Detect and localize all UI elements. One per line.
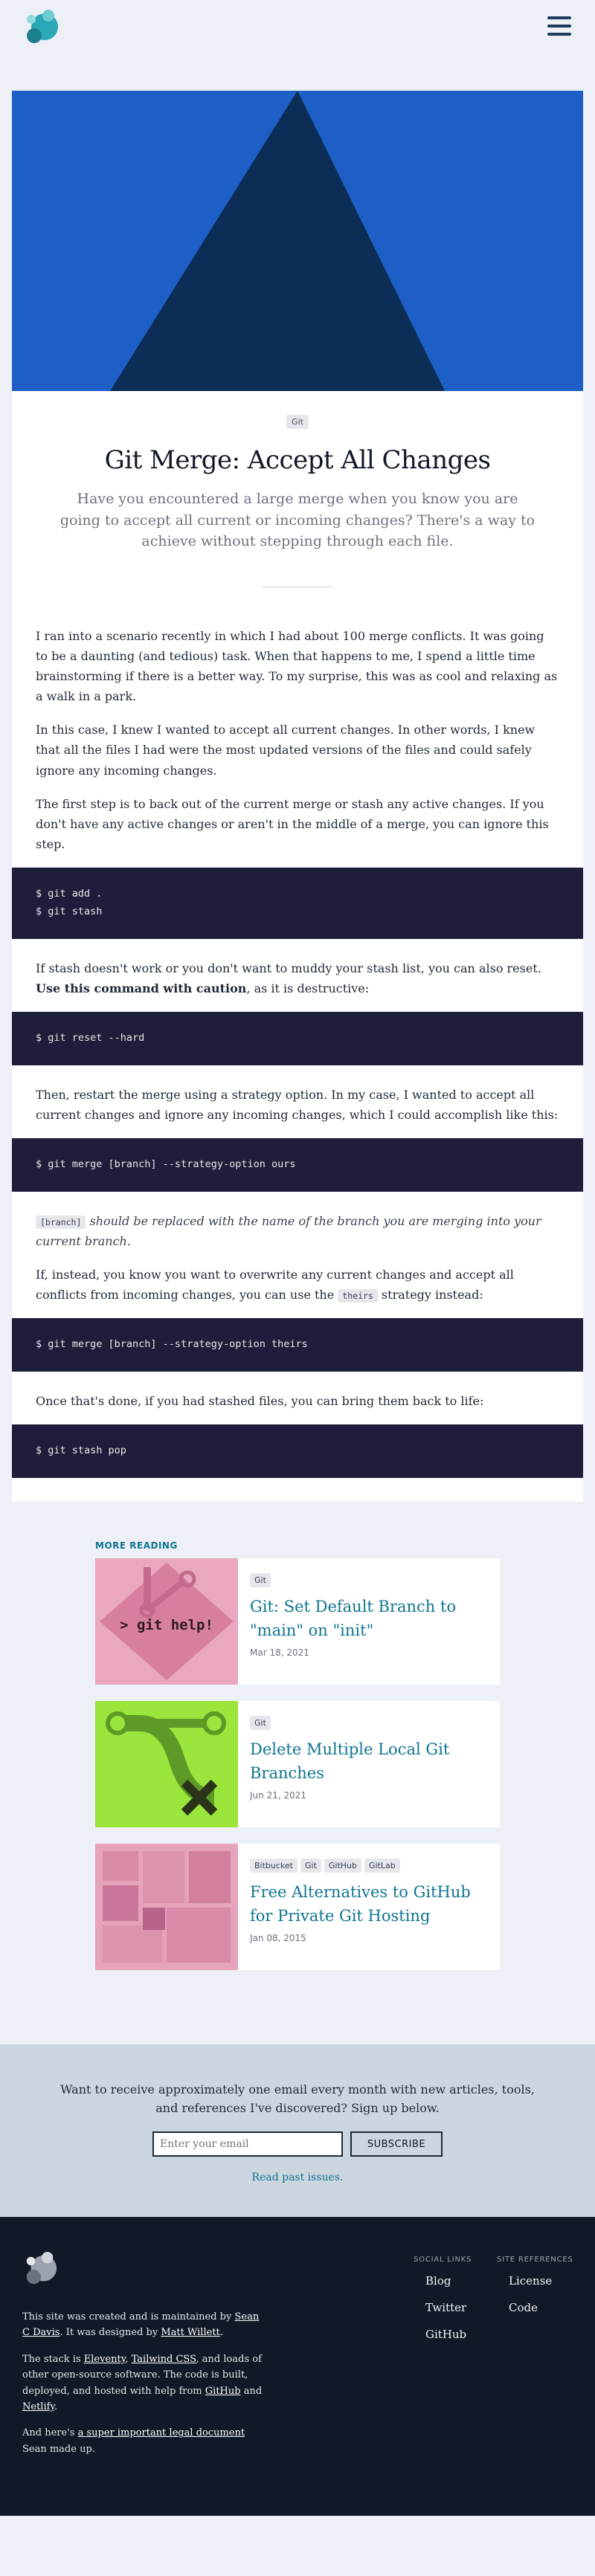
footer-link-license[interactable]: License xyxy=(497,2274,573,2288)
code-block: $ git add . $ git stash xyxy=(12,868,583,939)
footer-link-blog[interactable]: Blog xyxy=(414,2274,472,2288)
card-date: Jun 21, 2021 xyxy=(250,1789,307,1801)
site-header xyxy=(0,0,595,56)
footer-about: This site was created and is maintained … xyxy=(22,2311,263,2455)
code-block: $ git reset --hard xyxy=(12,1012,583,1065)
card-title[interactable]: Git: Set Default Branch to "main" on "in… xyxy=(250,1595,488,1643)
note-paragraph: [branch] should be replaced with the nam… xyxy=(36,1213,541,1248)
past-issues-link[interactable]: Read past issues. xyxy=(0,2172,595,2183)
newsletter-text: Want to receive approximately one email … xyxy=(60,2082,535,2116)
newsletter-signup: Want to receive approximately one email … xyxy=(0,2044,595,2217)
more-reading: MORE READING > git help! Git Git: Set De… xyxy=(95,1540,500,1970)
card-tag[interactable]: Git xyxy=(250,1715,271,1730)
site-references: SITE REFERENCES License Code xyxy=(497,2256,573,2328)
code-line: $ git add . xyxy=(36,888,103,900)
card-image-github-alternatives xyxy=(95,1843,238,1970)
tailwind-link[interactable]: Tailwind CSS xyxy=(132,2354,196,2365)
page-title: Git Merge: Accept All Changes xyxy=(104,445,491,475)
subscribe-button[interactable]: SUBSCRIBE xyxy=(350,2131,443,2157)
article: Git Git Merge: Accept All Changes Have y… xyxy=(12,91,583,1502)
card-image-delete-branches xyxy=(95,1700,238,1827)
card-tag[interactable]: GitLab xyxy=(364,1858,400,1873)
paragraph: In this case, I knew I wanted to accept … xyxy=(36,723,536,778)
footer-link-github[interactable]: GitHub xyxy=(414,2328,472,2341)
article-tag[interactable]: Git xyxy=(286,415,309,429)
code-block: $ git merge [branch] --strategy-option t… xyxy=(12,1318,583,1372)
article-card[interactable]: > git help! Git Git: Set Default Branch … xyxy=(95,1557,500,1685)
site-references-heading: SITE REFERENCES xyxy=(497,2255,573,2264)
card-date: Mar 18, 2021 xyxy=(250,1647,309,1658)
code-block: $ git merge [branch] --strategy-option o… xyxy=(12,1138,583,1192)
card-tag[interactable]: GitHub xyxy=(324,1858,362,1873)
legal-link[interactable]: a super important legal document xyxy=(78,2427,245,2438)
site-logo-icon[interactable] xyxy=(22,9,61,48)
card-image-git-help: > git help! xyxy=(95,1557,238,1685)
code-line: $ git merge [branch] --strategy-option o… xyxy=(36,1158,296,1170)
footer-link-twitter[interactable]: Twitter xyxy=(414,2301,472,2314)
card-title[interactable]: Delete Multiple Local Git Branches xyxy=(250,1737,488,1786)
github-link[interactable]: GitHub xyxy=(205,2386,241,2397)
card-tag[interactable]: Git xyxy=(250,1572,271,1587)
article-body: I ran into a scenario recently in which … xyxy=(12,626,583,855)
card-date: Jan 08, 2015 xyxy=(250,1932,306,1943)
code-block: $ git stash pop xyxy=(12,1424,583,1478)
article-header: Git Git Merge: Accept All Changes Have y… xyxy=(12,391,583,552)
paragraph: I ran into a scenario recently in which … xyxy=(36,628,558,704)
paragraph: If stash doesn't work or you don't want … xyxy=(36,961,541,995)
paragraph: The first step is to back out of the cur… xyxy=(36,796,549,852)
code-line: $ git stash xyxy=(36,906,103,917)
code-line: $ git merge [branch] --strategy-option t… xyxy=(36,1338,308,1351)
paragraph: If, instead, you know you want to overwr… xyxy=(36,1268,514,1303)
site-footer: This site was created and is maintained … xyxy=(0,2216,595,2516)
article-subtitle: Have you encountered a large merge when … xyxy=(60,491,536,549)
card-tag[interactable]: Bitbucket xyxy=(250,1858,298,1873)
email-field[interactable] xyxy=(152,2131,343,2157)
eleventy-link[interactable]: Eleventy xyxy=(84,2354,126,2365)
hero-image xyxy=(12,91,583,391)
code-line: $ git reset --hard xyxy=(36,1032,145,1044)
netlify-link[interactable]: Netlify xyxy=(22,2401,54,2412)
footer-link-code[interactable]: Code xyxy=(497,2301,573,2314)
card-title[interactable]: Free Alternatives to GitHub for Private … xyxy=(250,1880,488,1928)
social-links: SOCIAL LINKS Blog Twitter GitHub xyxy=(414,2256,472,2354)
code-line: $ git stash pop xyxy=(36,1444,126,1457)
hamburger-menu-icon[interactable] xyxy=(547,16,571,37)
card-tag[interactable]: Git xyxy=(300,1858,321,1873)
caution-text: Use this command with caution xyxy=(36,981,247,995)
footer-logo-icon[interactable] xyxy=(22,2251,60,2288)
article-card[interactable]: Bitbucket Git GitHub GitLab Free Alternativ… xyxy=(95,1843,500,1970)
more-reading-label: MORE READING xyxy=(95,1540,178,1551)
card-image-text: > git help! xyxy=(120,1617,213,1633)
paragraph: Then, restart the merge using a strategy… xyxy=(36,1087,559,1122)
article-card[interactable]: Git Delete Multiple Local Git Branches J… xyxy=(95,1700,500,1827)
designer-link[interactable]: Matt Willett xyxy=(161,2327,219,2338)
social-links-heading: SOCIAL LINKS xyxy=(414,2255,472,2264)
paragraph: Once that's done, if you had stashed fil… xyxy=(36,1394,484,1408)
inline-code: [branch] xyxy=(36,1215,86,1229)
inline-code: theirs xyxy=(338,1289,378,1303)
